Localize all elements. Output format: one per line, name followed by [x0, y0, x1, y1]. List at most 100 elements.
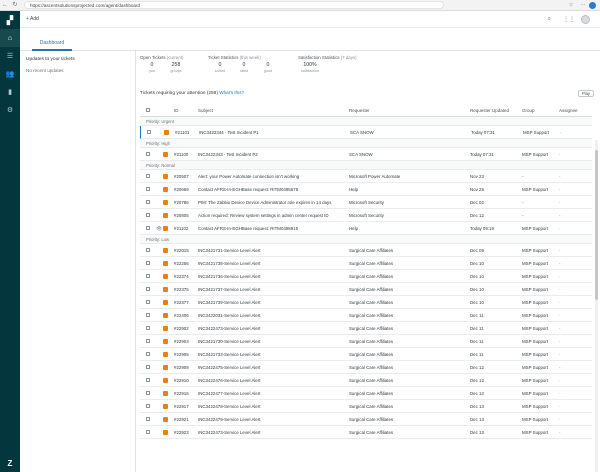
ticket-id[interactable]: #20786 [174, 196, 189, 209]
extensions-icon[interactable]: ⋯ [577, 0, 589, 11]
ticket-id[interactable]: #21100 [174, 148, 188, 161]
ticket-subject[interactable]: INC3422343 - Test Incident P2 [198, 148, 348, 161]
row-checkbox[interactable] [146, 313, 150, 317]
table-row[interactable]: #22374 INC3421736-Service Level Alert Surg… [140, 270, 592, 283]
column-requester[interactable]: Requester [349, 108, 370, 113]
table-row[interactable]: #22406 INC3422031-Service Level Alert Surg… [140, 309, 592, 322]
ticket-subject[interactable]: INC3422473-Service Level Alert [198, 322, 348, 335]
ticket-subject[interactable]: Contact AFRS-In-EGHBase request: RITM049… [198, 183, 348, 196]
ticket-id[interactable]: #22375 [174, 283, 189, 296]
row-checkbox[interactable] [146, 352, 150, 356]
ticket-subject[interactable]: INC3421736-Service Level Alert [198, 270, 348, 283]
ticket-id[interactable]: #22374 [174, 270, 189, 283]
table-row[interactable]: #22902 INC3422473-Service Level Alert Surg… [140, 322, 592, 335]
row-checkbox[interactable] [146, 261, 150, 265]
stat-cell[interactable]: 0 rated [232, 62, 256, 73]
row-checkbox[interactable] [146, 417, 150, 421]
row-checkbox[interactable] [146, 378, 150, 382]
ticket-id[interactable]: #22903 [174, 335, 189, 348]
row-checkbox[interactable] [146, 287, 150, 291]
table-row[interactable]: #22375 INC3421737-Service Level Alert Surg… [140, 283, 592, 296]
ticket-subject[interactable]: Contact AFRS-In-EGHBase request: RITM049… [198, 222, 348, 235]
products-grid-icon[interactable]: ⋮⋮ [563, 16, 575, 23]
row-checkbox[interactable] [146, 187, 150, 191]
row-checkbox[interactable] [146, 274, 150, 278]
ticket-id[interactable]: #22917 [174, 400, 189, 413]
ticket-subject[interactable]: INC3422478-Service Level Alert [198, 400, 348, 413]
table-row[interactable]: 👁 #21102 Contact AFRS-In-EGHBase request: … [140, 222, 592, 235]
table-row[interactable]: #22377 INC3421739-Service Level Alert Surg… [140, 296, 592, 309]
ticket-id[interactable]: #22377 [174, 296, 189, 309]
admin-icon[interactable]: ⚙ [0, 101, 20, 119]
stat-cell[interactable]: 258 groups [164, 62, 188, 73]
ticket-id[interactable]: #22921 [174, 413, 189, 426]
reporting-icon[interactable]: ▮ [0, 83, 20, 101]
scrollbar-thumb[interactable] [595, 150, 598, 300]
ticket-id[interactable]: #20507 [174, 170, 189, 183]
ticket-subject[interactable]: INC3421730-Service Level Alert [198, 335, 348, 348]
table-row[interactable]: #21100 INC3422343 - Test Incident P2 SCA S… [140, 148, 592, 161]
row-checkbox[interactable] [146, 200, 150, 204]
ticket-id[interactable]: #22256 [174, 257, 189, 270]
table-row[interactable]: #22917 INC3422478-Service Level Alert Surg… [140, 400, 592, 413]
row-checkbox[interactable] [146, 248, 150, 252]
table-row[interactable]: #20507 Alert: your Power Automate connect… [140, 170, 592, 183]
ticket-subject[interactable]: INC3421738-Service Level Alert [198, 257, 348, 270]
ticket-subject[interactable]: INC3421733-Service Level Alert [198, 348, 348, 361]
ticket-id[interactable]: #22916 [174, 387, 189, 400]
column-requester-updated[interactable]: Requester Updated [470, 108, 509, 113]
add-button[interactable]: + Add [26, 16, 39, 22]
zendesk-products-icon[interactable]: Z [0, 459, 20, 468]
ticket-id[interactable]: #20669 [174, 183, 189, 196]
stat-cell[interactable]: 0 solved [208, 62, 232, 73]
row-checkbox[interactable] [146, 365, 150, 369]
refresh-icon[interactable]: ↻ [10, 0, 20, 11]
views-icon[interactable]: ☰ [0, 47, 20, 65]
column-assignee[interactable]: Assignee [559, 108, 578, 113]
stat-cell[interactable]: 0 you [140, 62, 164, 73]
row-checkbox[interactable] [146, 404, 150, 408]
whats-this-link[interactable]: What's this? [219, 90, 244, 95]
star-icon[interactable]: ☆ [565, 0, 577, 11]
ticket-subject[interactable]: INC3422475-Service Level Alert [198, 361, 348, 374]
column-subject[interactable]: Subject [198, 108, 213, 113]
table-row[interactable]: #22256 INC3421738-Service Level Alert Surg… [140, 257, 592, 270]
ticket-subject[interactable]: INC3422479-Service Level Alert [198, 413, 348, 426]
table-row[interactable]: #20669 Contact AFRS-In-EGHBase request: R… [140, 183, 592, 196]
play-button[interactable]: Play [577, 90, 594, 97]
row-checkbox[interactable] [146, 174, 150, 178]
back-icon[interactable]: ← [0, 0, 10, 11]
customers-icon[interactable]: 👥 [0, 65, 20, 83]
row-checkbox[interactable] [146, 300, 150, 304]
table-row[interactable]: #22921 INC3422479-Service Level Alert Surg… [140, 413, 592, 426]
ticket-id[interactable]: #22015 [174, 244, 189, 257]
ticket-id[interactable]: #21101 [175, 126, 189, 139]
stat-cell[interactable]: 100% satisfaction [298, 62, 322, 73]
address-bar[interactable]: https://ascentsolutionsprojected.com/age… [24, 1, 444, 9]
ticket-subject[interactable]: INC3422031-Service Level Alert [198, 309, 348, 322]
table-row[interactable]: #20786 PIM: The Zabbix Device Device Admi… [140, 196, 592, 209]
ticket-id[interactable]: #22910 [174, 374, 189, 387]
row-checkbox[interactable] [146, 213, 150, 217]
ticket-subject[interactable]: Alert: your Power Automate connection is… [198, 170, 348, 183]
table-row[interactable]: #22909 INC3422475-Service Level Alert Surg… [140, 361, 592, 374]
ticket-id[interactable]: #22902 [174, 322, 189, 335]
row-checkbox[interactable] [146, 152, 150, 156]
table-row[interactable]: #22910 INC3422476-Service Level Alert Surg… [140, 374, 592, 387]
scrollbar[interactable] [595, 140, 598, 472]
search-icon[interactable]: ⌕ [548, 16, 551, 23]
column-id[interactable]: ID [174, 108, 179, 113]
ticket-subject[interactable]: INC3422344 - Test Incident P1 [199, 126, 349, 139]
row-checkbox[interactable] [146, 226, 150, 230]
tab-dashboard[interactable]: Dashboard [32, 36, 72, 51]
row-checkbox[interactable] [147, 130, 151, 134]
table-row[interactable]: #20805 Action required: Review system set… [140, 209, 592, 222]
ticket-id[interactable]: #22905 [174, 348, 189, 361]
ticket-id[interactable]: #20805 [174, 209, 189, 222]
table-row[interactable]: #22923 INC3422473-Service Level Alert Surg… [140, 426, 592, 439]
ticket-subject[interactable]: INC3421731-Service Level Alert [198, 244, 348, 257]
table-row[interactable]: #22916 INC3422477-Service Level Alert Surg… [140, 387, 592, 400]
stat-cell[interactable]: 0 good [256, 62, 280, 73]
row-checkbox[interactable] [146, 326, 150, 330]
table-row[interactable]: #21101 INC3422344 - Test Incident P1 SCA S… [140, 126, 592, 139]
